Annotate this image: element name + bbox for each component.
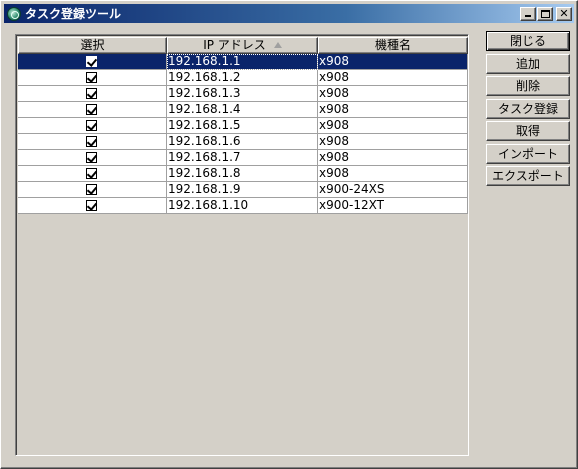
app-globe-icon: [7, 6, 21, 21]
column-header-label: 機種名: [374, 38, 411, 52]
select-cell: [18, 198, 167, 214]
model-cell: x908: [318, 70, 468, 86]
acquire-button[interactable]: 取得: [486, 121, 570, 141]
checkbox[interactable]: [86, 200, 97, 211]
select-cell: [18, 150, 167, 166]
table-row[interactable]: 192.168.1.6 x908: [18, 134, 468, 150]
ip-cell: 192.168.1.9: [167, 182, 318, 198]
caption-buttons: ✕: [519, 6, 572, 21]
table-row[interactable]: 192.168.1.10 x900-12XT: [18, 198, 468, 214]
ip-cell: 192.168.1.1: [167, 54, 318, 70]
select-cell: [18, 134, 167, 150]
ip-cell: 192.168.1.6: [167, 134, 318, 150]
checkbox[interactable]: [86, 136, 97, 147]
column-header-model[interactable]: 機種名: [318, 37, 468, 54]
checkbox[interactable]: [86, 120, 97, 131]
table-row[interactable]: 192.168.1.7 x908: [18, 150, 468, 166]
title-bar[interactable]: タスク登録ツール ✕: [4, 4, 574, 23]
column-header-label: IP アドレス: [203, 38, 266, 52]
table-row[interactable]: 192.168.1.4 x908: [18, 102, 468, 118]
window-title: タスク登録ツール: [25, 7, 122, 21]
checkbox[interactable]: [86, 72, 97, 83]
minimize-icon: [525, 14, 531, 17]
main-window: タスク登録ツール ✕ 選択 IP アドレス 機種名 192.168.1.1 x90…: [0, 0, 578, 469]
column-header-select[interactable]: 選択: [18, 37, 167, 54]
minimize-button[interactable]: [520, 6, 536, 21]
ip-cell: 192.168.1.3: [167, 86, 318, 102]
select-cell: [18, 70, 167, 86]
register-task-button[interactable]: タスク登録: [486, 98, 570, 119]
select-cell: [18, 182, 167, 198]
checkbox[interactable]: [86, 184, 97, 195]
table-row[interactable]: 192.168.1.3 x908: [18, 86, 468, 102]
sort-ascending-icon: [273, 41, 282, 48]
select-cell: [18, 118, 167, 134]
table-row[interactable]: 192.168.1.1 x908: [18, 54, 468, 70]
list-header: 選択 IP アドレス 機種名: [18, 37, 468, 54]
checkbox[interactable]: [86, 56, 97, 67]
close-button[interactable]: 閉じる: [486, 31, 570, 51]
table-row[interactable]: 192.168.1.9 x900-24XS: [18, 182, 468, 198]
select-cell: [18, 86, 167, 102]
model-cell: x908: [318, 102, 468, 118]
model-cell: x908: [318, 54, 468, 70]
close-icon: ✕: [559, 6, 569, 20]
model-cell: x908: [318, 166, 468, 182]
ip-cell: 192.168.1.7: [167, 150, 318, 166]
select-cell: [18, 102, 167, 118]
ip-cell: 192.168.1.10: [167, 198, 318, 214]
checkbox[interactable]: [86, 104, 97, 115]
ip-cell: 192.168.1.4: [167, 102, 318, 118]
close-window-button[interactable]: ✕: [556, 6, 572, 21]
checkbox[interactable]: [86, 88, 97, 99]
select-cell: [18, 166, 167, 182]
model-cell: x900-12XT: [318, 198, 468, 214]
ip-cell: 192.168.1.8: [167, 166, 318, 182]
table-row[interactable]: 192.168.1.5 x908: [18, 118, 468, 134]
column-header-ip[interactable]: IP アドレス: [167, 37, 318, 54]
delete-button[interactable]: 削除: [486, 76, 570, 96]
model-cell: x908: [318, 86, 468, 102]
checkbox[interactable]: [86, 168, 97, 179]
import-button[interactable]: インポート: [486, 143, 570, 164]
column-header-label: 選択: [80, 38, 105, 52]
maximize-icon: [541, 9, 550, 18]
add-button[interactable]: 追加: [486, 53, 570, 74]
model-cell: x900-24XS: [318, 182, 468, 198]
table-row[interactable]: 192.168.1.2 x908: [18, 70, 468, 86]
model-cell: x908: [318, 134, 468, 150]
model-cell: x908: [318, 118, 468, 134]
ip-cell: 192.168.1.2: [167, 70, 318, 86]
model-cell: x908: [318, 150, 468, 166]
select-cell: [18, 54, 167, 70]
device-list[interactable]: 選択 IP アドレス 機種名 192.168.1.1 x908 192.168.1.…: [15, 34, 469, 456]
maximize-button[interactable]: [537, 6, 553, 21]
checkbox[interactable]: [86, 152, 97, 163]
list-rows: 192.168.1.1 x908 192.168.1.2 x908 192.168.1.…: [18, 54, 468, 214]
table-row[interactable]: 192.168.1.8 x908: [18, 166, 468, 182]
ip-cell: 192.168.1.5: [167, 118, 318, 134]
action-buttons: 閉じる 追加 削除 タスク登録 取得 インポート エクスポート: [486, 31, 570, 189]
export-button[interactable]: エクスポート: [486, 166, 570, 186]
